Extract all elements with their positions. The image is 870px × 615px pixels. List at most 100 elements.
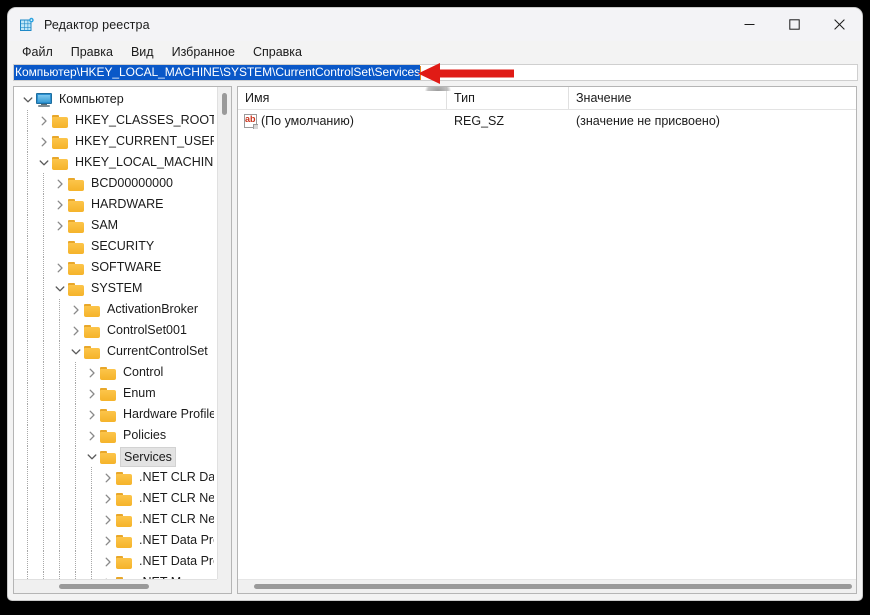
- chevron-right-icon[interactable]: [100, 467, 116, 488]
- tree-guide-line: [43, 215, 44, 236]
- tree-horizontal-scrollbar[interactable]: [14, 579, 217, 593]
- values-column-header[interactable]: Имя Тип Значение: [238, 87, 856, 110]
- chevron-down-icon[interactable]: [68, 341, 84, 362]
- folder-icon: [52, 155, 68, 171]
- chevron-right-icon[interactable]: [84, 383, 100, 404]
- registry-tree-pane[interactable]: Компьютер HKEY_CLASSES_ROOT HKEY_CURRENT_U…: [13, 86, 232, 594]
- tree-guide-line: [43, 467, 44, 488]
- tree-item-net-data-provider-for-sqlserver[interactable]: .NET Data Provider for SqlServer: [14, 551, 214, 572]
- chevron-down-icon[interactable]: [36, 152, 52, 173]
- value-type-cell[interactable]: REG_SZ: [447, 114, 569, 128]
- chevron-down-icon[interactable]: [84, 446, 100, 467]
- tree-item-enum[interactable]: Enum: [14, 383, 214, 404]
- chevron-right-icon[interactable]: [52, 257, 68, 278]
- chevron-right-icon[interactable]: [84, 362, 100, 383]
- column-header-name[interactable]: Имя: [238, 87, 447, 109]
- tree-guide-line: [91, 467, 92, 488]
- chevron-right-icon[interactable]: [36, 131, 52, 152]
- chevron-right-icon[interactable]: [100, 551, 116, 572]
- chevron-right-icon[interactable]: [36, 110, 52, 131]
- tree-guide-line: [27, 173, 28, 194]
- tree-item-sam[interactable]: SAM: [14, 215, 214, 236]
- folder-icon: [68, 281, 84, 297]
- tree-guide-line: [59, 467, 60, 488]
- chevron-right-icon[interactable]: [100, 530, 116, 551]
- value-name-cell[interactable]: ab (По умолчанию): [238, 113, 447, 129]
- tree-guide-line: [27, 278, 28, 299]
- chevron-right-icon[interactable]: [52, 194, 68, 215]
- chevron-right-icon[interactable]: [52, 173, 68, 194]
- chevron-right-icon[interactable]: [52, 215, 68, 236]
- address-bar-value[interactable]: Компьютер\HKEY_LOCAL_MACHINE\SYSTEM\Curr…: [14, 65, 420, 80]
- tree-guide-line: [27, 446, 28, 467]
- tree-item-hkey-current-user[interactable]: HKEY_CURRENT_USER: [14, 131, 214, 152]
- menu-item-help[interactable]: Справка: [253, 45, 311, 59]
- chevron-right-icon[interactable]: [100, 593, 116, 594]
- tree-item-hardware-profiles[interactable]: Hardware Profiles: [14, 404, 214, 425]
- tree-item-netframework[interactable]: .NETFramework: [14, 593, 214, 594]
- maximize-icon[interactable]: [772, 8, 817, 41]
- title-bar[interactable]: Редактор реестра: [8, 8, 862, 41]
- tree-item-net-clr-networking-4-0-0-0[interactable]: .NET CLR Networking 4.0.0.0: [14, 509, 214, 530]
- values-horizontal-scroll-thumb[interactable]: [254, 584, 852, 589]
- tree-item-activationbroker[interactable]: ActivationBroker: [14, 299, 214, 320]
- values-horizontal-scrollbar[interactable]: [238, 579, 856, 593]
- menu-item-favorites[interactable]: Избранное: [172, 45, 244, 59]
- tree-item-hardware[interactable]: HARDWARE: [14, 194, 214, 215]
- tree-item-net-clr-networking[interactable]: .NET CLR Networking: [14, 488, 214, 509]
- folder-icon: [100, 386, 116, 402]
- folder-icon: [100, 365, 116, 381]
- tree-item-controlset001[interactable]: ControlSet001: [14, 320, 214, 341]
- tree-item-services[interactable]: Services: [14, 446, 214, 467]
- tree-item-hkey-classes-root[interactable]: HKEY_CLASSES_ROOT: [14, 110, 214, 131]
- folder-icon: [100, 449, 116, 465]
- tree-item-hkey-local-machine[interactable]: HKEY_LOCAL_MACHINE: [14, 152, 214, 173]
- tree-guide-line: [91, 530, 92, 551]
- minimize-icon[interactable]: [727, 8, 772, 41]
- tree-guide-line: [43, 194, 44, 215]
- tree-guide-line: [75, 446, 76, 467]
- registry-tree[interactable]: Компьютер HKEY_CLASSES_ROOT HKEY_CURRENT_U…: [14, 89, 214, 594]
- tree-item-policies[interactable]: Policies: [14, 425, 214, 446]
- tree-item-net-clr-data[interactable]: .NET CLR Data: [14, 467, 214, 488]
- tree-item-system[interactable]: SYSTEM: [14, 278, 214, 299]
- chevron-right-icon[interactable]: [84, 404, 100, 425]
- menu-item-view[interactable]: Вид: [131, 45, 163, 59]
- tree-item-security[interactable]: SECURITY: [14, 236, 214, 257]
- address-bar[interactable]: Компьютер\HKEY_LOCAL_MACHINE\SYSTEM\Curr…: [13, 64, 858, 81]
- menu-item-edit[interactable]: Правка: [71, 45, 122, 59]
- chevron-right-icon[interactable]: [68, 299, 84, 320]
- tree-item-label: .NET Data Provider for Oracle: [139, 533, 214, 547]
- column-resize-handle[interactable]: [425, 87, 451, 91]
- chevron-down-icon[interactable]: [52, 278, 68, 299]
- column-header-value[interactable]: Значение: [569, 87, 856, 109]
- tree-item-currentcontrolset[interactable]: CurrentControlSet: [14, 341, 214, 362]
- chevron-down-icon[interactable]: [20, 89, 36, 110]
- tree-item-label: .NET CLR Data: [139, 470, 214, 484]
- value-data-cell[interactable]: (значение не присвоено): [569, 114, 856, 128]
- tree-guide-line: [75, 425, 76, 446]
- close-icon[interactable]: [817, 8, 862, 41]
- menu-item-file[interactable]: Файл: [22, 45, 62, 59]
- tree-item-bcd00000000[interactable]: BCD00000000: [14, 173, 214, 194]
- chevron-right-icon[interactable]: [68, 320, 84, 341]
- tree-item-software[interactable]: SOFTWARE: [14, 257, 214, 278]
- text-caret: [420, 65, 422, 80]
- chevron-right-icon[interactable]: [84, 425, 100, 446]
- tree-item-control[interactable]: Control: [14, 362, 214, 383]
- tree-item-net-data-provider-for-oracle[interactable]: .NET Data Provider for Oracle: [14, 530, 214, 551]
- tree-vertical-scroll-thumb[interactable]: [222, 93, 227, 115]
- folder-icon: [100, 428, 116, 444]
- registry-values-pane[interactable]: Имя Тип Значение ab (По умолчанию) REG_S…: [237, 86, 857, 594]
- folder-icon: [84, 344, 100, 360]
- chevron-right-icon[interactable]: [100, 488, 116, 509]
- tree-horizontal-scroll-thumb[interactable]: [59, 584, 149, 589]
- table-row[interactable]: ab (По умолчанию) REG_SZ (значение не пр…: [238, 110, 856, 132]
- tree-vertical-scrollbar[interactable]: [217, 87, 231, 579]
- tree-guide-line: [27, 383, 28, 404]
- chevron-right-icon[interactable]: [100, 509, 116, 530]
- column-header-type[interactable]: Тип: [447, 87, 569, 109]
- tree-guide-line: [43, 320, 44, 341]
- tree-item-label: .NETFramework: [136, 593, 214, 594]
- tree-item-[interactable]: Компьютер: [14, 89, 214, 110]
